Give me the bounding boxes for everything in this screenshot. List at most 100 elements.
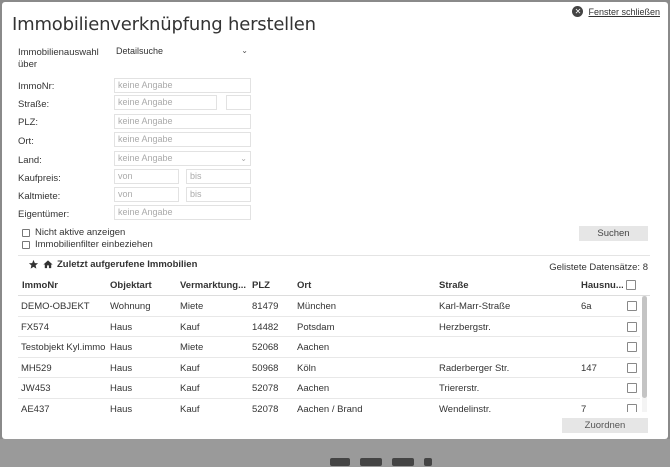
cell-objektart: Wohnung: [110, 301, 151, 312]
plz-label: PLZ:: [18, 117, 39, 128]
selection-label: Immobilienauswahl über: [18, 47, 99, 71]
ort-input[interactable]: keine Angabe: [114, 132, 251, 147]
background-glyph: [392, 458, 414, 466]
row-checkbox[interactable]: [627, 383, 637, 393]
background-glyph: [424, 458, 432, 466]
home-icon: [43, 260, 53, 269]
close-icon[interactable]: ✕: [572, 6, 584, 17]
cell-strasse: Herzbergstr.: [439, 321, 491, 333]
table-row[interactable]: Testobjekt Kyl.immo Haus Miete 52068 Aac…: [18, 337, 640, 358]
cell-vermarktung: Miete: [180, 301, 204, 312]
cell-immonr: JW453: [21, 383, 51, 394]
cell-immonr: AE437: [21, 403, 50, 413]
hausnummer-input[interactable]: [226, 95, 251, 110]
row-checkbox[interactable]: [627, 321, 637, 332]
background-glyph: [360, 458, 382, 466]
recent-heading-label: Zuletzt aufgerufene Immobilien: [57, 259, 198, 270]
immonr-input[interactable]: keine Angabe: [114, 78, 251, 93]
cell-vermarktung: Kauf: [180, 403, 200, 413]
cell-objektart: Haus: [110, 342, 133, 353]
kaltmiete-from-input[interactable]: von: [114, 187, 179, 202]
kaltmiete-to-input[interactable]: bis: [186, 187, 251, 202]
row-checkbox[interactable]: [627, 362, 637, 373]
cell-vermarktung: Kauf: [180, 383, 200, 394]
cell-ort: Aachen / Brand: [297, 403, 363, 413]
assign-button[interactable]: Zuordnen: [562, 418, 648, 433]
star-icon: [28, 259, 39, 269]
recent-heading: Zuletzt aufgerufene Immobilien: [28, 259, 197, 270]
plz-input[interactable]: keine Angabe: [114, 114, 251, 129]
cell-plz: 50968: [252, 362, 279, 374]
immonr-label: ImmoNr:: [18, 81, 55, 92]
select-all-checkbox[interactable]: [626, 280, 636, 290]
table-row[interactable]: AE437 Haus Kauf 52078 Aachen / Brand Wen…: [18, 399, 640, 413]
table-scrollbar[interactable]: [642, 296, 647, 412]
cell-hausnummer: 7: [581, 403, 587, 413]
table-row[interactable]: DEMO-OBJEKT Wohnung Miete 81479 München …: [18, 296, 640, 317]
inactive-checkbox-row[interactable]: Nicht aktive anzeigen: [22, 227, 125, 238]
land-select[interactable]: keine Angabe ⌄: [114, 151, 251, 166]
cell-objektart: Haus: [110, 321, 133, 333]
eigentuemer-label: Eigentümer:: [18, 209, 70, 220]
kaufpreis-to-input[interactable]: bis: [186, 169, 251, 184]
table-row[interactable]: JW453 Haus Kauf 52078 Aachen Triererstr.: [18, 378, 640, 399]
cell-plz: 81479: [252, 301, 279, 312]
cell-plz: 52068: [252, 342, 279, 353]
cell-immonr: FX574: [21, 321, 49, 333]
filter-checkbox-label: Immobilienfilter einbeziehen: [35, 239, 153, 250]
selection-select[interactable]: Detailsuche ⌄: [114, 44, 251, 59]
column-header-immonr[interactable]: ImmoNr: [22, 280, 102, 291]
search-button[interactable]: Suchen: [579, 226, 648, 241]
cell-ort: Potsdam: [297, 321, 335, 333]
cell-hausnummer: 147: [581, 362, 597, 374]
cell-vermarktung: Kauf: [180, 321, 200, 333]
cell-ort: Aachen: [297, 342, 330, 353]
cell-objektart: Haus: [110, 403, 133, 413]
row-checkbox[interactable]: [627, 403, 637, 412]
column-header-plz[interactable]: PLZ: [252, 280, 292, 291]
background-glyph: [330, 458, 350, 466]
cell-strasse: Wendelinstr.: [439, 403, 492, 413]
cell-objektart: Haus: [110, 383, 133, 394]
close-dialog-link[interactable]: ✕ Fenster schließen: [572, 6, 660, 17]
strasse-label: Straße:: [18, 99, 50, 110]
row-checkbox[interactable]: [627, 301, 637, 311]
cell-strasse: Raderberger Str.: [439, 362, 510, 374]
eigentuemer-input[interactable]: keine Angabe: [114, 205, 251, 220]
column-header-ort[interactable]: Ort: [297, 280, 427, 291]
column-header-vermarktung[interactable]: Vermarktung...: [180, 280, 246, 291]
column-header-objektart[interactable]: Objektart: [110, 280, 175, 291]
strasse-input[interactable]: keine Angabe: [114, 95, 217, 110]
cell-objektart: Haus: [110, 362, 133, 374]
scrollbar-thumb[interactable]: [642, 296, 647, 398]
cell-plz: 52078: [252, 383, 279, 394]
selection-label-line2: über: [18, 59, 38, 70]
cell-ort: Köln: [297, 362, 317, 374]
dialog-title: Immobilienverknüpfung herstellen: [12, 14, 316, 35]
ort-label: Ort:: [18, 136, 34, 147]
row-checkbox[interactable]: [627, 342, 637, 352]
record-count: Gelistete Datensätze: 8: [549, 262, 648, 273]
column-header-strasse[interactable]: Straße: [439, 280, 569, 291]
column-header-hausnummer[interactable]: Hausnu...: [581, 280, 623, 291]
close-label[interactable]: Fenster schließen: [588, 7, 660, 17]
selection-label-line1: Immobilienauswahl: [18, 47, 99, 58]
inactive-checkbox-label: Nicht aktive anzeigen: [35, 227, 126, 238]
kaufpreis-label: Kaufpreis:: [18, 173, 61, 184]
filter-checkbox[interactable]: [22, 240, 30, 249]
inactive-checkbox[interactable]: [22, 228, 30, 237]
cell-hausnummer: 6a: [581, 301, 592, 312]
cell-ort: München: [297, 301, 337, 312]
kaltmiete-label: Kaltmiete:: [18, 191, 61, 202]
section-divider: [18, 255, 650, 256]
kaufpreis-from-input[interactable]: von: [114, 169, 179, 184]
filter-checkbox-row[interactable]: Immobilienfilter einbeziehen: [22, 239, 153, 250]
cell-vermarktung: Kauf: [180, 362, 200, 374]
table-row[interactable]: FX574 Haus Kauf 14482 Potsdam Herzbergst…: [18, 317, 640, 337]
cell-strasse: Karl-Marr-Straße: [439, 301, 511, 312]
cell-immonr: DEMO-OBJEKT: [21, 301, 90, 312]
table-row[interactable]: MH529 Haus Kauf 50968 Köln Raderberger S…: [18, 358, 640, 378]
cell-strasse: Triererstr.: [439, 383, 480, 394]
chevron-down-icon: ⌄: [241, 46, 248, 55]
land-placeholder: keine Angabe: [118, 153, 173, 163]
